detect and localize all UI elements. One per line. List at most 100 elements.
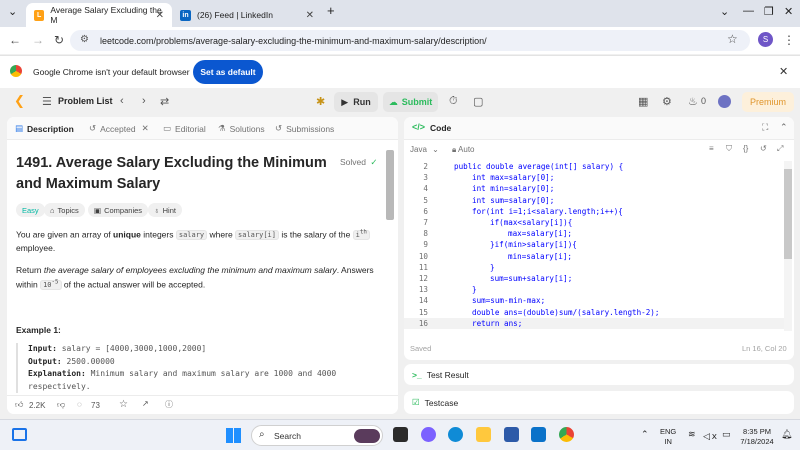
format-icon[interactable]: ≡ <box>709 144 714 153</box>
tab-linkedin[interactable]: in (26) Feed | LinkedIn ✕ <box>172 3 322 27</box>
code-line[interactable]: 2 public double average(int[] salary) { <box>404 161 784 172</box>
edge-icon[interactable] <box>448 427 463 442</box>
streak-flame-icon[interactable]: ♨ <box>688 95 698 108</box>
code-line[interactable]: 6 for(int i=1;i<salary.length;i++){ <box>404 206 784 217</box>
close-window-button[interactable]: ✕ <box>784 5 793 18</box>
fullscreen-icon[interactable]: ⤢ <box>777 144 783 154</box>
notes-icon[interactable]: ▢ <box>473 95 483 108</box>
problem-list-link[interactable]: Problem List <box>58 96 113 106</box>
scrollbar-thumb[interactable] <box>784 169 792 259</box>
scrollbar-thumb[interactable] <box>386 150 394 220</box>
reset-icon[interactable]: ↺ <box>760 144 767 153</box>
code-line[interactable]: 3 int max=salary[0]; <box>404 172 784 183</box>
teams-icon[interactable] <box>421 427 436 442</box>
next-problem-icon[interactable]: › <box>142 95 146 107</box>
volume-icon[interactable]: ◁ｘ <box>703 429 719 442</box>
shuffle-icon[interactable]: ⇄ <box>160 95 169 108</box>
close-infobar-icon[interactable]: ✕ <box>779 65 788 78</box>
windows-start-icon[interactable] <box>226 428 241 443</box>
reload-icon[interactable]: ↻ <box>54 33 64 47</box>
mail-icon[interactable] <box>531 427 546 442</box>
tab-solutions[interactable]: ⚗ Solutions <box>218 123 265 134</box>
close-tab-icon[interactable]: ✕ <box>156 10 164 21</box>
maximize-button[interactable]: ❐ <box>764 5 774 18</box>
tab-submissions[interactable]: ↺ Submissions <box>275 123 334 134</box>
leetcode-logo-icon[interactable]: ❮ <box>14 93 25 109</box>
clock[interactable]: 8:35 PM 7/18/2024 <box>737 427 777 447</box>
help-icon[interactable]: ⓘ <box>165 399 173 410</box>
code-line[interactable]: 13} <box>404 284 784 295</box>
tab-editorial[interactable]: ▭ Editorial <box>163 123 206 134</box>
url-input[interactable]: ⚙ leetcode.com/problems/average-salary-e… <box>70 30 750 51</box>
description-scrollbar[interactable] <box>386 144 394 409</box>
code-line[interactable]: 7 if(max<salary[i]){ <box>404 217 784 228</box>
tab-accepted[interactable]: ↺ Accepted ✕ <box>89 123 149 134</box>
code-line[interactable]: 5 int sum=salary[0]; <box>404 195 784 206</box>
widgets-icon[interactable] <box>12 428 27 441</box>
code-line[interactable]: 9}if(min>salary[i]){ <box>404 239 784 250</box>
taskbar-search-input[interactable]: ⌕ Search <box>251 425 383 446</box>
editor-scrollbar[interactable] <box>784 161 792 331</box>
code-line[interactable]: 11} <box>404 262 784 273</box>
tab-description[interactable]: ▤ Description <box>15 123 74 134</box>
companies-tag[interactable]: ▣ Companies <box>88 203 149 217</box>
code-line[interactable]: 4 int min=salary[0]; <box>404 183 784 194</box>
test-result-panel[interactable]: >_ Test Result <box>404 364 794 385</box>
tab-search-icon[interactable]: ⌄ <box>8 5 17 18</box>
language-select[interactable]: Java ⌄ <box>410 145 439 154</box>
battery-icon[interactable]: ▭ <box>722 429 731 440</box>
code-editor[interactable]: 2 public double average(int[] salary) {3 i… <box>404 161 784 331</box>
site-settings-icon[interactable]: ⚙ <box>80 34 89 45</box>
run-button[interactable]: ▶ Run <box>334 92 378 112</box>
profile-avatar[interactable]: S <box>758 32 773 47</box>
line-number: 4 <box>423 184 428 194</box>
code-line[interactable]: 14 sum=sum-min-max; <box>404 295 784 306</box>
user-avatar[interactable] <box>718 95 731 108</box>
debug-icon[interactable]: ✱ <box>316 95 325 108</box>
hint-tag[interactable]: ♁ Hint <box>148 203 182 217</box>
braces-icon[interactable]: {} <box>743 144 748 153</box>
code-line[interactable]: 10 min=salary[i]; <box>404 251 784 262</box>
notifications-icon[interactable]: 🔔︎ <box>781 429 792 440</box>
close-tab-icon[interactable]: ✕ <box>142 123 149 134</box>
tray-overflow-icon[interactable]: ⌃ <box>641 429 649 440</box>
thumbs-down-icon[interactable]: 👎︎ <box>57 400 65 410</box>
new-tab-button[interactable]: + <box>327 3 335 18</box>
premium-button[interactable]: Premium <box>742 92 794 112</box>
bookmark-icon[interactable]: ⛉ <box>726 144 732 154</box>
topics-tag[interactable]: ⌂ Topics <box>44 203 85 217</box>
collapse-panel-icon[interactable]: ⌃ <box>780 122 788 133</box>
code-line[interactable]: 16 return ans; <box>404 317 784 329</box>
set-as-default-button[interactable]: Set as default <box>193 60 263 84</box>
testcase-panel[interactable]: ☑ Testcase <box>404 391 794 414</box>
bookmark-star-icon[interactable]: ☆ <box>727 32 738 46</box>
store-icon[interactable] <box>504 427 519 442</box>
prev-problem-icon[interactable]: ‹ <box>120 95 124 107</box>
code-line[interactable]: 8 max=salary[i]; <box>404 228 784 239</box>
thumbs-up-icon[interactable]: 👍︎ <box>15 400 23 410</box>
layout-icon[interactable]: ▦ <box>638 95 648 108</box>
difficulty-badge[interactable]: Easy <box>16 203 45 217</box>
chrome-taskbar-icon[interactable] <box>559 427 574 442</box>
favorite-star-icon[interactable]: ☆ <box>119 399 128 410</box>
input-language[interactable]: ENG IN <box>660 427 676 447</box>
autosave-toggle[interactable]: 🔒︎ Auto <box>452 145 475 155</box>
timer-icon[interactable]: ⏱ <box>449 95 458 108</box>
share-icon[interactable]: ↗ <box>142 399 149 408</box>
forward-arrow-icon[interactable]: → <box>32 33 44 47</box>
minimize-button[interactable]: — <box>743 5 754 17</box>
more-menu-icon[interactable]: ⋮ <box>783 33 795 47</box>
maximize-panel-icon[interactable]: ⛶ <box>762 122 768 133</box>
submit-button[interactable]: ☁ Submit <box>383 92 438 112</box>
comment-icon[interactable]: ◌ <box>77 400 82 409</box>
wifi-icon[interactable]: ≋ <box>688 429 696 440</box>
settings-gear-icon[interactable]: ⚙ <box>662 95 672 108</box>
tab-leetcode[interactable]: L Average Salary Excluding the M ✕ <box>26 3 172 27</box>
back-arrow-icon[interactable]: ← <box>9 33 21 47</box>
code-line[interactable]: 12 sum=sum+salary[i]; <box>404 273 784 284</box>
close-tab-icon[interactable]: ✕ <box>306 10 314 21</box>
window-dropdown-icon[interactable]: ⌄ <box>720 5 729 18</box>
code-line[interactable]: 15 double ans=(double)sum/(salary.length-… <box>404 307 784 318</box>
task-view-icon[interactable] <box>393 427 408 442</box>
file-explorer-icon[interactable] <box>476 427 491 442</box>
